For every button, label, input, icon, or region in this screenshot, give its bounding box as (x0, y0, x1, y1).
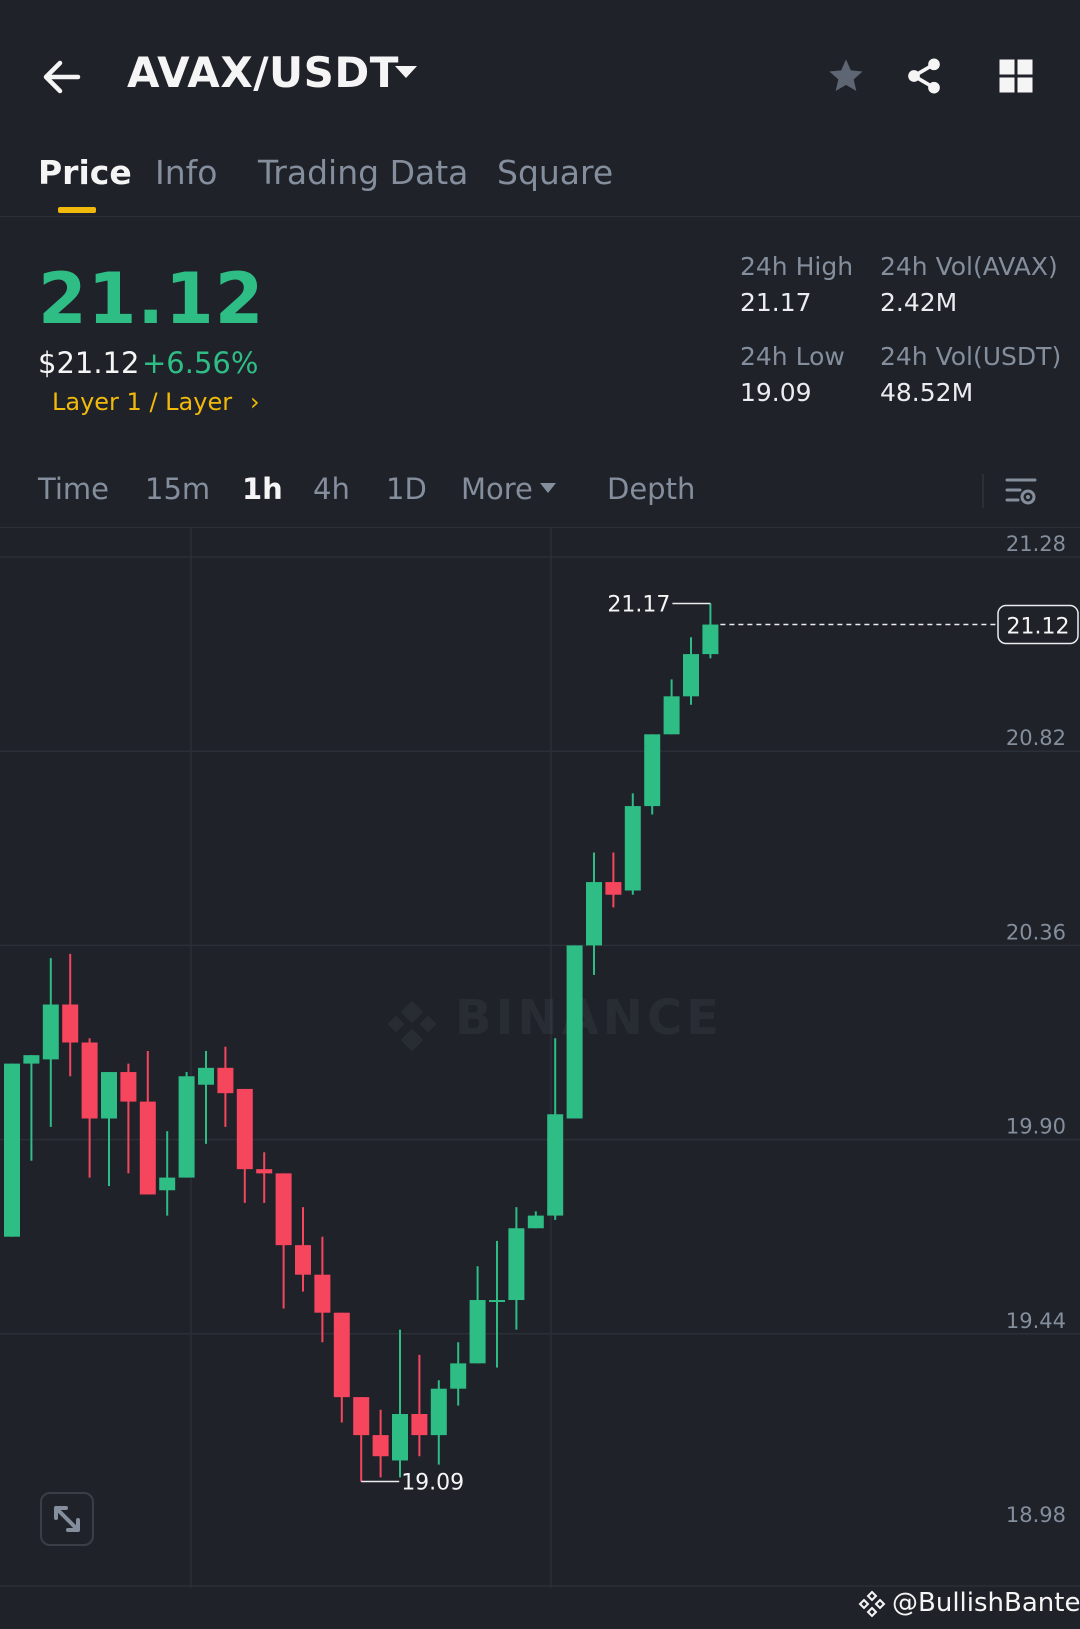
watermark-text: BINANCE (455, 990, 723, 1046)
main-tabs: Price Info Trading Data Square (0, 145, 1080, 217)
tab-trading-data[interactable]: Trading Data (258, 153, 468, 192)
interval-4h[interactable]: 4h (313, 472, 350, 506)
star-icon[interactable] (826, 56, 866, 96)
candle-up (702, 624, 719, 655)
candle-up (469, 1300, 486, 1364)
stat-24h-vol-base-label: 24h Vol(AVAX) (880, 252, 1058, 281)
stat-24h-low-label: 24h Low (740, 342, 845, 371)
candle-down (353, 1397, 370, 1436)
tab-info[interactable]: Info (155, 153, 217, 192)
stat-24h-high-value: 21.17 (740, 288, 812, 317)
y-axis-tick-label: 18.98 (1006, 1503, 1066, 1527)
candle-up (644, 734, 661, 807)
candle-up (508, 1228, 525, 1301)
chart-canvas[interactable]: BINANCE 21.2820.8220.3619.9019.4418.9820… (0, 528, 1080, 1588)
candle-up (663, 696, 680, 735)
candle-down (314, 1274, 331, 1313)
candle-up (159, 1177, 176, 1191)
interval-more[interactable]: More (461, 472, 533, 506)
stat-24h-low-value: 19.09 (740, 378, 812, 407)
candle-up (42, 1004, 59, 1060)
candle-up (586, 882, 602, 946)
y-axis-tick-label: 20.36 (1006, 920, 1066, 944)
back-arrow-icon (43, 60, 81, 94)
candlestick-chart[interactable]: BINANCE 21.2820.8220.3619.9019.4418.9820… (0, 528, 1080, 1588)
category-link[interactable]: Layer 1 / Layer (52, 388, 232, 416)
share-icon[interactable] (904, 56, 944, 96)
pair-title[interactable]: AVAX/USDT (127, 48, 399, 97)
credit-handle: @BullishBanter (892, 1588, 1080, 1618)
candle-down (275, 1173, 292, 1246)
candle-up (527, 1215, 544, 1229)
candle-up (547, 1114, 564, 1216)
caret-down-icon[interactable] (394, 64, 418, 80)
chart-settings-icon[interactable] (1004, 474, 1038, 508)
candle-up (683, 654, 699, 697)
y-axis-tick-label: 21.28 (1006, 532, 1066, 556)
price-change-percent: +6.56% (142, 346, 259, 380)
tab-price[interactable]: Price (38, 153, 132, 192)
last-price: 21.12 (38, 258, 265, 340)
candle-down (62, 1004, 79, 1043)
interval-bar: Time 15m 1h 4h 1D More Depth (0, 462, 1080, 528)
candle-up (430, 1388, 447, 1436)
candle-up (450, 1363, 467, 1389)
candle-up (392, 1414, 408, 1461)
interval-time[interactable]: Time (38, 472, 109, 506)
stat-24h-vol-quote-value: 48.52M (880, 378, 974, 407)
candle-down (372, 1435, 389, 1457)
active-tab-indicator (58, 207, 96, 213)
stat-24h-high-label: 24h High (740, 252, 854, 281)
last-price-label: 21.12 (1007, 615, 1070, 640)
interval-1d[interactable]: 1D (386, 472, 427, 506)
candle-up (566, 945, 583, 1119)
y-axis-tick-label: 19.44 (1006, 1309, 1066, 1333)
y-axis-tick-label: 20.82 (1006, 726, 1066, 750)
candle-down (605, 882, 622, 895)
interval-15m[interactable]: 15m (145, 472, 210, 506)
binance-small-logo-icon (858, 1590, 886, 1618)
candle-up (4, 1063, 20, 1237)
high-marker-label: 21.17 (607, 592, 670, 617)
divider (982, 474, 984, 508)
usd-price: $21.12 (38, 346, 140, 380)
chevron-right-icon[interactable]: › (250, 388, 260, 416)
candle-up (489, 1300, 505, 1303)
interval-depth[interactable]: Depth (607, 472, 695, 506)
candle-up (23, 1055, 40, 1064)
candle-down (217, 1067, 234, 1094)
fullscreen-button[interactable] (40, 1492, 94, 1546)
candle-down (333, 1312, 350, 1398)
candle-down (295, 1245, 311, 1275)
tab-square[interactable]: Square (497, 153, 613, 192)
grid-icon[interactable] (998, 58, 1034, 94)
low-marker-label: 19.09 (401, 1471, 464, 1496)
header-bar: AVAX/USDT (0, 0, 1080, 145)
candle-down (120, 1072, 137, 1102)
caret-down-icon[interactable] (539, 482, 557, 494)
y-axis-tick-label: 19.90 (1006, 1115, 1066, 1139)
back-button[interactable] (36, 52, 86, 102)
candle-up (178, 1076, 195, 1178)
candle-down (81, 1042, 98, 1119)
candle-down (139, 1101, 156, 1195)
candle-down (411, 1414, 428, 1436)
candle-up (198, 1067, 214, 1085)
interval-1h[interactable]: 1h (242, 472, 283, 506)
candle-up (101, 1072, 117, 1119)
candle-down (236, 1088, 253, 1170)
candle-up (624, 806, 641, 891)
stat-24h-vol-base-value: 2.42M (880, 288, 958, 317)
binance-logo-icon (387, 1000, 437, 1052)
stat-24h-vol-quote-label: 24h Vol(USDT) (880, 342, 1062, 371)
expand-arrows-icon (54, 1506, 80, 1532)
candle-down (256, 1169, 273, 1174)
